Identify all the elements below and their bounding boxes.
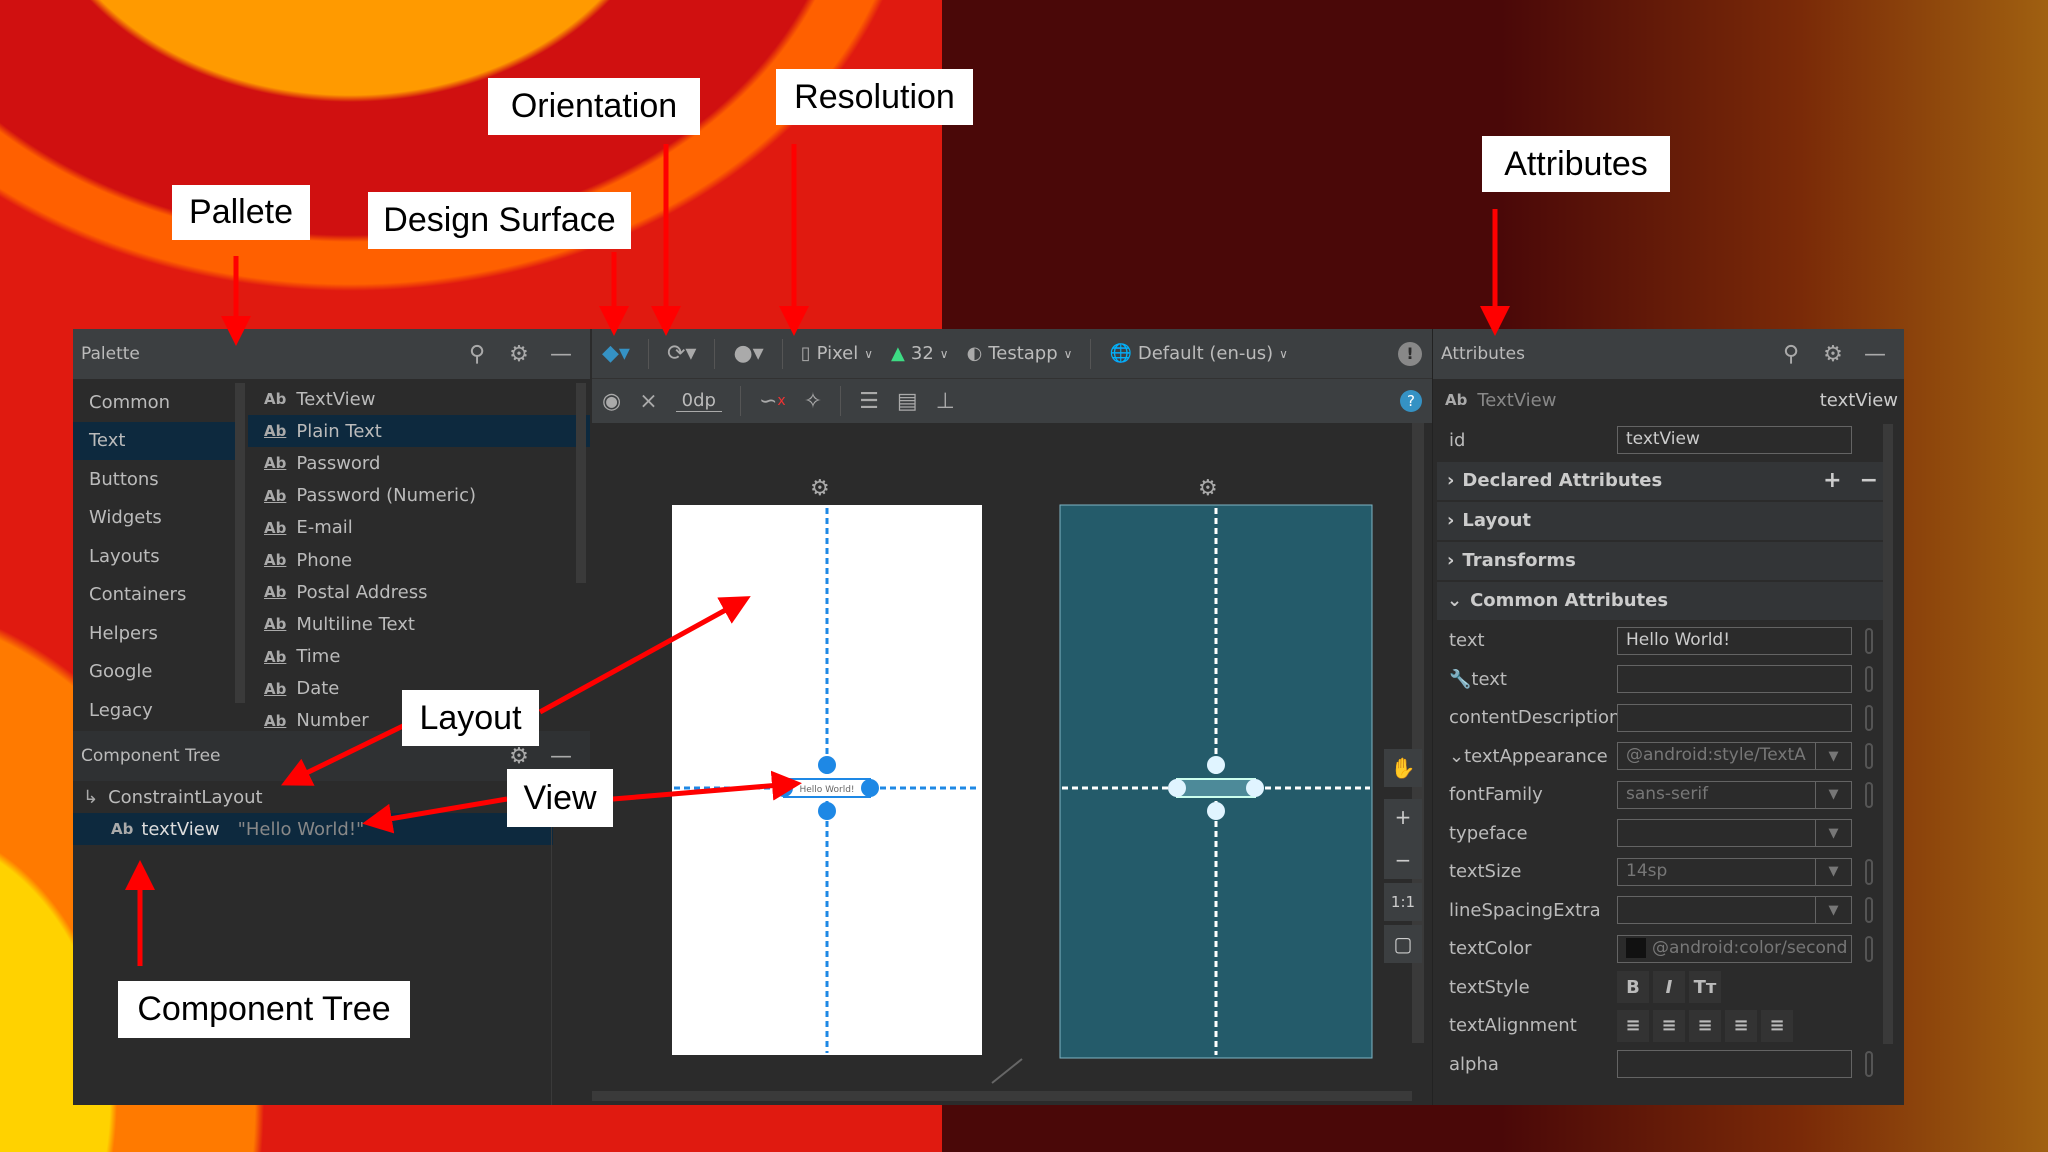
arrow-view-tree — [362, 796, 508, 834]
arrow-view-canvas — [612, 770, 802, 802]
annotation-attributes: Attributes — [1482, 136, 1670, 192]
annotation-component-tree: Component Tree — [118, 981, 410, 1038]
arrow-layout-canvas — [538, 596, 751, 715]
annotation-orientation: Orientation — [488, 78, 700, 135]
annotation-layout: Layout — [402, 690, 539, 746]
annotation-view: View — [507, 769, 613, 827]
annotation-design-surface: Design Surface — [368, 192, 631, 249]
annotation-arrows — [125, 144, 1510, 966]
annotation-pallete: Pallete — [172, 185, 310, 240]
arrow-layout-tree — [281, 722, 407, 786]
annotation-resolution: Resolution — [776, 69, 973, 125]
